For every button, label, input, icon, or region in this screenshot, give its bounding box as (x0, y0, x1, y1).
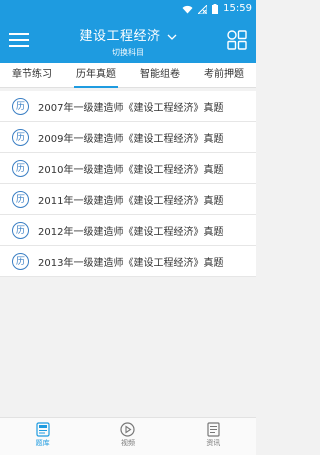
play-icon (120, 422, 136, 437)
history-badge-icon: 历 (12, 97, 29, 115)
switch-subject-label: 切换科目 (112, 48, 144, 57)
nav-question-bank[interactable]: 题库 (0, 418, 85, 455)
list-item[interactable]: 历 2007年一级建造师《建设工程经济》真题 (0, 91, 256, 122)
signal-off-icon (198, 4, 208, 14)
list-item-label: 2007年一级建造师《建设工程经济》真题 (38, 102, 224, 114)
tab-smart-paper[interactable]: 智能组卷 (128, 63, 192, 87)
status-time: 15:59 (223, 3, 252, 14)
exam-list: 历 2007年一级建造师《建设工程经济》真题 历 2009年一级建造师《建设工程… (0, 91, 256, 277)
list-item[interactable]: 历 2010年一级建造师《建设工程经济》真题 (0, 153, 256, 184)
history-badge-icon: 历 (12, 190, 29, 208)
apps-grid-icon[interactable] (226, 29, 248, 51)
question-bank-icon (36, 422, 50, 437)
nav-news[interactable]: 资讯 (171, 418, 256, 455)
list-item-label: 2010年一级建造师《建设工程经济》真题 (38, 164, 224, 176)
tab-chapter-practice[interactable]: 章节练习 (0, 63, 64, 87)
list-item[interactable]: 历 2011年一级建造师《建设工程经济》真题 (0, 184, 256, 215)
list-item-label: 2009年一级建造师《建设工程经济》真题 (38, 133, 224, 145)
wifi-icon (182, 5, 193, 13)
tab-bar: 章节练习 历年真题 智能组卷 考前押题 (0, 63, 256, 88)
list-item[interactable]: 历 2013年一级建造师《建设工程经济》真题 (0, 246, 256, 277)
battery-icon (212, 4, 219, 14)
chevron-down-icon (167, 34, 176, 40)
history-badge-icon: 历 (12, 128, 29, 146)
tab-past-exams[interactable]: 历年真题 (64, 63, 128, 88)
news-icon (207, 422, 220, 437)
tab-predicted-questions[interactable]: 考前押题 (192, 63, 256, 87)
nav-label: 视频 (120, 439, 135, 447)
page-title: 建设工程经济 (60, 29, 196, 45)
history-badge-icon: 历 (12, 221, 29, 239)
list-item[interactable]: 历 2009年一级建造师《建设工程经济》真题 (0, 122, 256, 153)
history-badge-icon: 历 (12, 159, 29, 177)
nav-label: 资讯 (206, 439, 221, 447)
list-item-label: 2013年一级建造师《建设工程经济》真题 (38, 257, 224, 269)
nav-video[interactable]: 视频 (85, 418, 170, 455)
list-item-label: 2012年一级建造师《建设工程经济》真题 (38, 226, 224, 238)
status-bar: 15:59 (0, 0, 256, 19)
app-header: 建设工程经济 切换科目 (0, 19, 256, 63)
list-item[interactable]: 历 2012年一级建造师《建设工程经济》真题 (0, 215, 256, 246)
nav-label: 题库 (35, 439, 50, 447)
history-badge-icon: 历 (12, 252, 29, 270)
list-item-label: 2011年一级建造师《建设工程经济》真题 (38, 195, 224, 207)
bottom-nav: 题库 视频 资讯 (0, 417, 256, 455)
subject-switcher[interactable]: 建设工程经济 切换科目 (60, 29, 196, 59)
menu-icon[interactable] (8, 29, 30, 51)
